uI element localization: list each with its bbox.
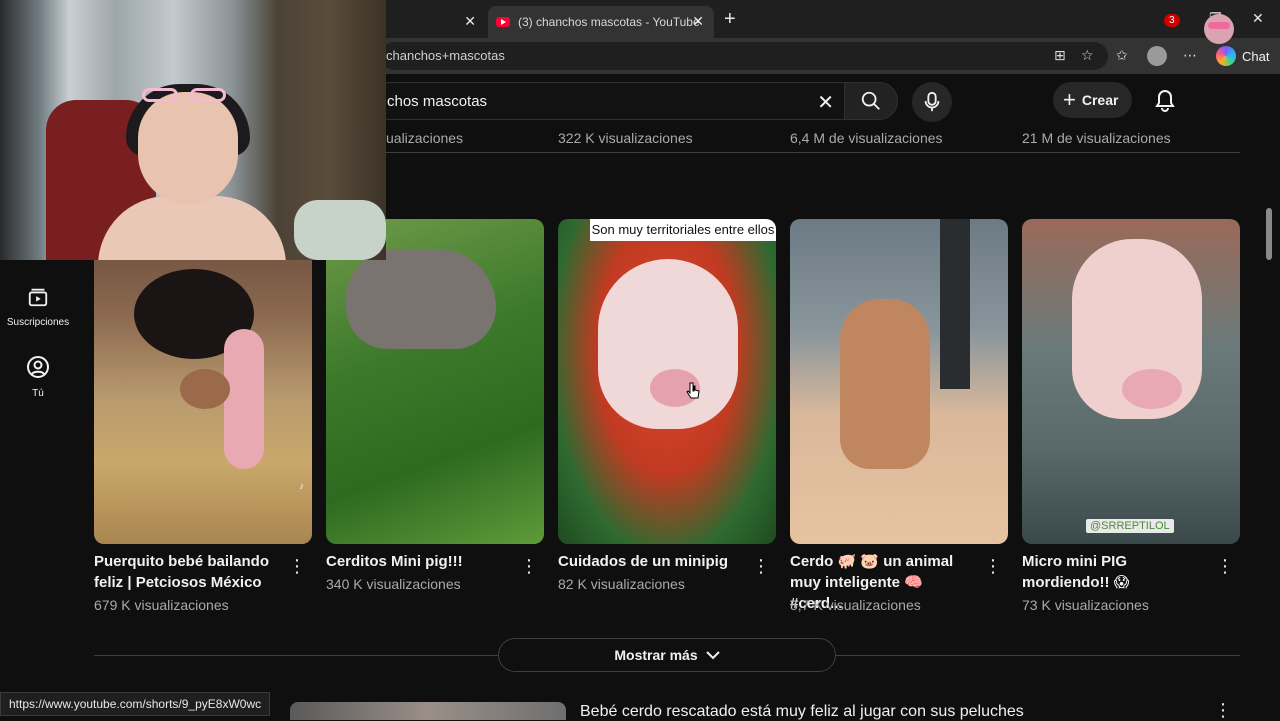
address-bar[interactable]: chanchos+mascotas xyxy=(380,42,1108,70)
close-tab-icon[interactable]: ✕ xyxy=(464,13,476,30)
previous-row-views: 6,4 M de visualizaciones xyxy=(790,130,943,146)
short-views: 340 K visualizaciones xyxy=(326,576,461,592)
short-card[interactable]: ♪ Puerquito bebé bailando feliz | Petcio… xyxy=(94,219,312,613)
sidebar-item-you[interactable]: Tú xyxy=(0,355,76,399)
browser-tab-youtube[interactable]: (3) chanchos mascotas - YouTube ✕ xyxy=(488,6,714,38)
tiktok-logo-icon: ♪ xyxy=(299,481,304,492)
search-button[interactable] xyxy=(844,82,898,120)
search-input[interactable]: chos mascotas ✕ xyxy=(370,82,846,120)
close-window-icon[interactable]: ✕ xyxy=(1252,10,1264,27)
short-card[interactable]: Cerdo 🐖 🐷 un animal muy inteligente 🧠 #c… xyxy=(790,219,1008,613)
chevron-down-icon xyxy=(705,651,720,660)
more-actions-icon[interactable]: ⋮ xyxy=(288,557,306,575)
clear-search-icon[interactable]: ✕ xyxy=(817,90,834,115)
close-tab-icon[interactable]: ✕ xyxy=(692,13,704,30)
more-actions-icon[interactable]: ⋮ xyxy=(1216,557,1234,575)
search-query: chos mascotas xyxy=(387,93,488,110)
short-card[interactable]: Cerditos Mini pig!!! 340 K visualizacion… xyxy=(326,219,544,592)
short-card[interactable]: @SRREPTILOL Micro mini PIG mordiendo!! 😱… xyxy=(1022,219,1240,613)
short-card[interactable]: Son muy territoriales entre ellos Cuidad… xyxy=(558,219,776,592)
section-divider xyxy=(94,655,498,656)
short-title[interactable]: Cerditos Mini pig!!! xyxy=(326,551,512,572)
short-views: 73 K visualizaciones xyxy=(1022,597,1149,613)
more-options-icon[interactable]: ⋯ xyxy=(1183,47,1197,64)
short-views: 5,7 K visualizaciones xyxy=(790,597,921,613)
piglet-image xyxy=(180,369,230,409)
subscriptions-icon xyxy=(28,288,48,307)
you-icon xyxy=(27,356,49,378)
short-thumbnail[interactable] xyxy=(790,219,1008,544)
create-button[interactable]: + Crear xyxy=(1053,82,1133,118)
create-label: Crear xyxy=(1081,92,1119,108)
streamer-face-image xyxy=(138,92,238,204)
notifications-bell-icon[interactable] xyxy=(1154,88,1176,112)
app-available-icon[interactable]: ⊞ xyxy=(1054,47,1066,64)
hand-cursor-icon xyxy=(686,382,700,399)
video-watermark: @SRREPTILOL xyxy=(1086,519,1174,533)
copilot-icon[interactable] xyxy=(1216,46,1236,66)
more-actions-icon[interactable]: ⋮ xyxy=(1214,700,1232,721)
short-thumbnail[interactable]: @SRREPTILOL xyxy=(1022,219,1240,544)
heart-glasses-image xyxy=(142,88,226,102)
sidebar-item-label: Suscripciones xyxy=(6,317,70,328)
piglet-image xyxy=(346,249,496,349)
short-title[interactable]: Micro mini PIG mordiendo!! 😱 xyxy=(1022,551,1208,593)
chair-leg-image xyxy=(940,219,970,389)
video-thumbnail[interactable] xyxy=(290,702,566,720)
section-divider xyxy=(836,655,1240,656)
more-actions-icon[interactable]: ⋮ xyxy=(984,557,1002,575)
sidebar-item-label: Tú xyxy=(32,388,44,399)
user-avatar[interactable] xyxy=(1204,14,1234,44)
more-actions-icon[interactable]: ⋮ xyxy=(752,557,770,575)
voice-search-button[interactable] xyxy=(912,82,952,122)
favorites-icon[interactable]: ✩ xyxy=(1116,47,1128,64)
youtube-favicon-icon xyxy=(496,17,510,27)
short-thumbnail[interactable]: ♪ xyxy=(94,219,312,544)
favorite-star-icon[interactable]: ☆ xyxy=(1081,47,1094,64)
more-actions-icon[interactable]: ⋮ xyxy=(520,557,538,575)
short-views: 82 K visualizaciones xyxy=(558,576,685,592)
webcam-overlay xyxy=(0,0,386,260)
chat-button[interactable]: Chat xyxy=(1242,49,1269,64)
pillow-image xyxy=(294,200,386,260)
previous-row-views: 21 M de visualizaciones xyxy=(1022,130,1171,146)
search-icon xyxy=(861,91,880,110)
sidebar-item-subscriptions[interactable]: Suscripciones xyxy=(0,286,76,328)
pig-snout xyxy=(1122,369,1182,409)
browser-tab-inactive[interactable]: ✕ xyxy=(386,6,486,38)
plus-icon: + xyxy=(1063,87,1076,112)
short-thumbnail[interactable] xyxy=(326,219,544,544)
short-title[interactable]: Cuidados de un minipig xyxy=(558,551,744,572)
notification-count-badge: 3 xyxy=(1164,14,1180,27)
previous-row-views: ualizaciones xyxy=(386,130,464,146)
show-more-button[interactable]: Mostrar más xyxy=(498,638,836,672)
scrollbar-thumb[interactable] xyxy=(1266,208,1272,260)
short-title[interactable]: Puerquito bebé bailando feliz | Petcioso… xyxy=(94,551,280,593)
show-more-label: Mostrar más xyxy=(614,647,698,663)
previous-row-views: 322 K visualizaciones xyxy=(558,130,693,146)
new-tab-icon[interactable]: + xyxy=(724,8,736,31)
address-url: chanchos+mascotas xyxy=(386,48,505,63)
short-thumbnail[interactable]: Son muy territoriales entre ellos xyxy=(558,219,776,544)
status-bar-url: https://www.youtube.com/shorts/9_pyE8xW0… xyxy=(0,692,271,716)
video-caption: Son muy territoriales entre ellos xyxy=(590,219,776,241)
video-title[interactable]: Bebé cerdo rescatado está muy feliz al j… xyxy=(580,703,1024,721)
piglet-image xyxy=(840,299,930,469)
short-views: 679 K visualizaciones xyxy=(94,597,229,613)
browser-profile-avatar[interactable] xyxy=(1147,46,1167,66)
microphone-icon xyxy=(924,91,940,112)
piglet-image xyxy=(224,329,264,469)
tab-title: (3) chanchos mascotas - YouTube xyxy=(518,15,700,29)
